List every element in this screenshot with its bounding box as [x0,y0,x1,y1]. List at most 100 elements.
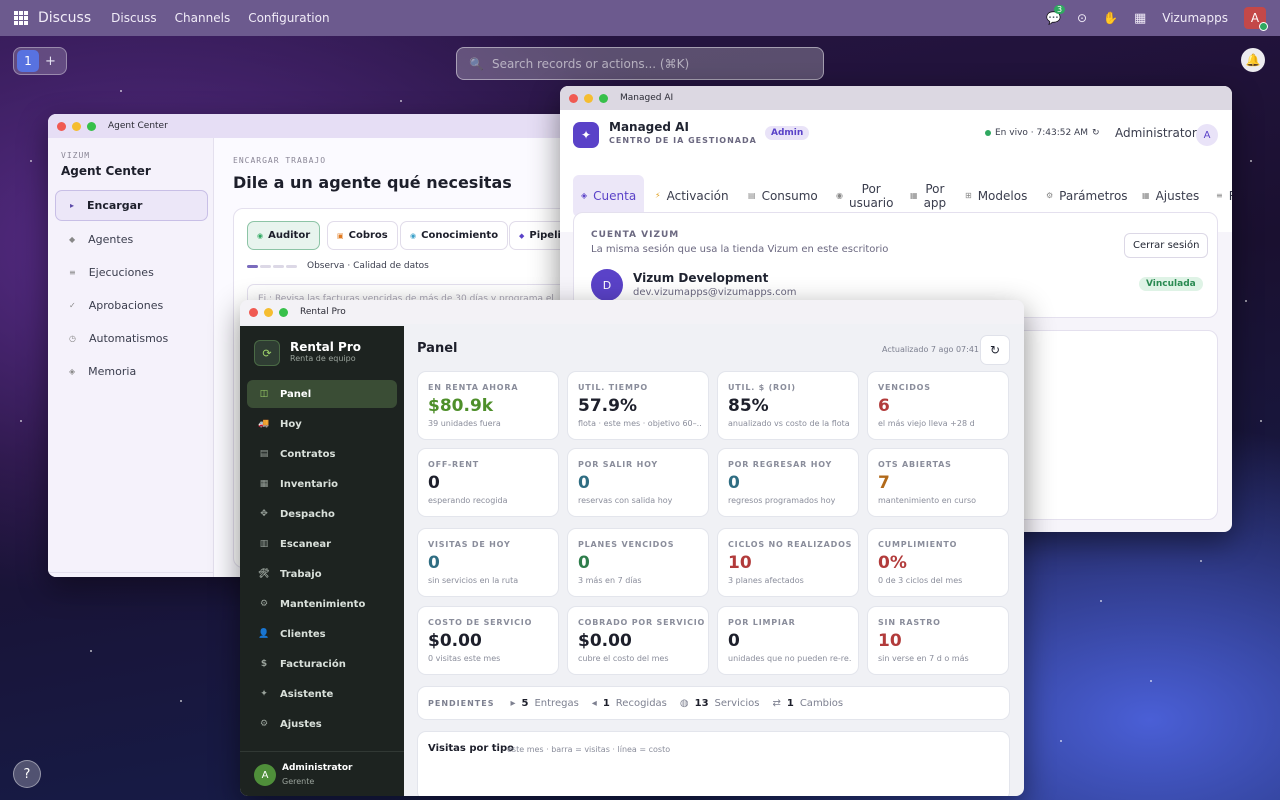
global-search[interactable]: 🔍 Search records or actions... (⌘K) [456,47,824,80]
chip-cobros[interactable]: ▣ Cobros [327,221,398,250]
kpi-label: POR LIMPIAR [728,618,796,627]
kpi-card[interactable]: CICLOS NO REALIZADOS 10 3 planes afectados [717,528,859,597]
sidebar-item-panel[interactable]: ◫ Panel [247,380,397,408]
sidebar-item-ajustes[interactable]: ⚙ Ajustes [247,710,397,738]
maximize-button[interactable] [599,93,608,103]
sidebar-item-label: Agentes [88,233,134,246]
kpi-value: 6 [878,396,890,416]
kpi-card[interactable]: UTIL. $ (ROI) 85% anualizado vs costo de l… [717,371,859,440]
tab-overflow[interactable]: ≡R [1208,175,1232,217]
menu-discuss[interactable]: Discuss [111,11,157,25]
menu-channels[interactable]: Channels [175,11,231,25]
kpi-label: VISITAS DE HOY [428,540,511,549]
app-icon: ▦ [910,191,918,200]
sidebar-item-encargar[interactable]: ▸ Encargar [55,190,208,221]
sidebar-item-contratos[interactable]: ▤ Contratos [247,440,397,468]
kpi-card[interactable]: COSTO DE SERVICIO $0.00 0 visitas este mes [417,606,559,675]
user-name[interactable]: Administrator [1115,126,1197,140]
kpi-card[interactable]: SIN RASTRO 10 sin verse en 7 d o más [867,606,1009,675]
sidebar-item-inventario[interactable]: ▦ Inventario [247,470,397,498]
sidebar-item-clientes[interactable]: 👤 Clientes [247,620,397,648]
user-avatar[interactable]: A [1244,7,1268,31]
kpi-card[interactable]: OFF-RENT 0 esperando recogida [417,448,559,517]
close-button[interactable] [57,121,66,131]
company-name[interactable]: Vizumapps [1162,11,1228,25]
kpi-card[interactable]: POR LIMPIAR 0 unidades que no pueden re-re… [717,606,859,675]
rental-logo-icon: ⟳ [254,340,280,366]
hand-icon[interactable]: ✋ [1103,11,1118,25]
tab-activacion[interactable]: ⚡ Activación [647,175,737,217]
kpi-label: VENCIDOS [878,383,931,392]
sidebar-item-aprobaciones[interactable]: ✓ Aprobaciones [55,290,208,321]
kpi-card[interactable]: EN RENTA AHORA $80.9k 39 unidades fuera [417,371,559,440]
search-placeholder: Search records or actions... (⌘K) [491,56,690,71]
kpi-card[interactable]: PLANES VENCIDOS 0 3 más en 7 días [567,528,709,597]
kpi-label: SIN RASTRO [878,618,941,627]
pending-entregas[interactable]: ▸ 5 Entregas [510,698,578,709]
refresh-button[interactable]: ↻ [980,335,1010,365]
kpi-subtitle: regresos programados hoy [728,496,836,505]
add-workspace-button[interactable]: + [45,54,56,69]
sidebar-item-hoy[interactable]: 🚚 Hoy [247,410,397,438]
tab-consumo[interactable]: ▤ Consumo [740,175,826,217]
pending-cambios[interactable]: ⇄ 1 Cambios [772,698,843,709]
tab-por-app[interactable]: ▦ Por app [902,175,954,217]
kpi-label: OFF-RENT [428,460,479,469]
tab-cuenta[interactable]: ◈ Cuenta [573,175,645,217]
user-name[interactable]: Administrator [282,763,352,773]
kpi-card[interactable]: VENCIDOS 6 el más viejo lleva +28 d [867,371,1009,440]
sidebar-item-label: Escanear [280,538,332,550]
tab-label: Modelos [977,189,1028,203]
sidebar-item-despacho[interactable]: ✥ Despacho [247,500,397,528]
minimize-button[interactable] [584,93,593,103]
kpi-card[interactable]: COBRADO POR SERVICIO $0.00 cubre el costo … [567,606,709,675]
apps-grid-icon[interactable]: ▦ [1134,11,1146,26]
brand-name[interactable]: Discuss [38,10,91,26]
avatar[interactable]: A [1196,124,1218,146]
kpi-card[interactable]: UTIL. TIEMPO 57.9% flota · este mes · obje… [567,371,709,440]
clock-icon: ◷ [69,334,76,343]
sidebar-item-label: Ajustes [280,718,322,730]
sidebar-item-ejecuciones[interactable]: ≡ Ejecuciones [55,257,208,288]
chat-icon[interactable]: 💬 3 [1046,5,1066,25]
sidebar-item-agentes[interactable]: ◆ Agentes [55,224,208,255]
kpi-card[interactable]: POR REGRESAR HOY 0 regresos programados ho… [717,448,859,517]
user-avatar[interactable]: A [254,764,276,786]
help-button[interactable]: ? [13,760,41,788]
minimize-button[interactable] [72,121,81,131]
pending-servicios[interactable]: ◍ 13 Servicios [680,698,760,709]
close-button[interactable] [569,93,578,103]
maximize-button[interactable] [87,121,96,131]
sidebar-item-trabajo[interactable]: 🛠 Trabajo [247,560,397,588]
tab-label: Parámetros [1059,189,1128,203]
sidebar-item-mantenimiento[interactable]: ⚙ Mantenimiento [247,590,397,618]
clock-icon[interactable]: ⊙ [1077,11,1087,25]
pending-recogidas[interactable]: ◂ 1 Recogidas [592,698,667,709]
tab-parametros[interactable]: ⚙ Parámetros [1038,175,1136,217]
tab-modelos[interactable]: ⊞ Modelos [957,175,1035,217]
kpi-card[interactable]: POR SALIR HOY 0 reservas con salida hoy [567,448,709,517]
sidebar-item-facturacion[interactable]: $ Facturación [247,650,397,678]
sidebar-item-label: Facturación [280,658,346,670]
workspace-1-button[interactable]: 1 [17,50,39,72]
minimize-button[interactable] [264,307,273,317]
maximize-button[interactable] [279,307,288,317]
sidebar-item-automatismos[interactable]: ◷ Automatismos [55,323,208,354]
chip-conocimiento[interactable]: ◉ Conocimiento [400,221,509,250]
logout-button[interactable]: Cerrar sesión [1124,233,1209,258]
sidebar-item-asistente[interactable]: ✦ Asistente [247,680,397,708]
sidebar-item-memoria[interactable]: ◈ Memoria [55,356,208,387]
kpi-card[interactable]: VISITAS DE HOY 0 sin servicios en la ruta [417,528,559,597]
close-button[interactable] [249,307,258,317]
bell-icon[interactable]: 🔔 [1241,48,1265,72]
kpi-card[interactable]: CUMPLIMIENTO 0% 0 de 3 ciclos del mes [867,528,1009,597]
refresh-icon[interactable]: ↻ [1092,128,1100,138]
app-grid-icon[interactable] [14,11,28,25]
menu-configuration[interactable]: Configuration [248,11,329,25]
kpi-card[interactable]: OTS ABIERTAS 7 mantenimiento en curso [867,448,1009,517]
tab-por-usuario[interactable]: ◉ Por usuario [828,175,901,217]
inventory-icon: ▦ [259,479,269,489]
tab-ajustes[interactable]: ▦ Ajustes [1134,175,1207,217]
chip-auditor[interactable]: ◉ Auditor [247,221,321,250]
sidebar-item-escanear[interactable]: ▥ Escanear [247,530,397,558]
